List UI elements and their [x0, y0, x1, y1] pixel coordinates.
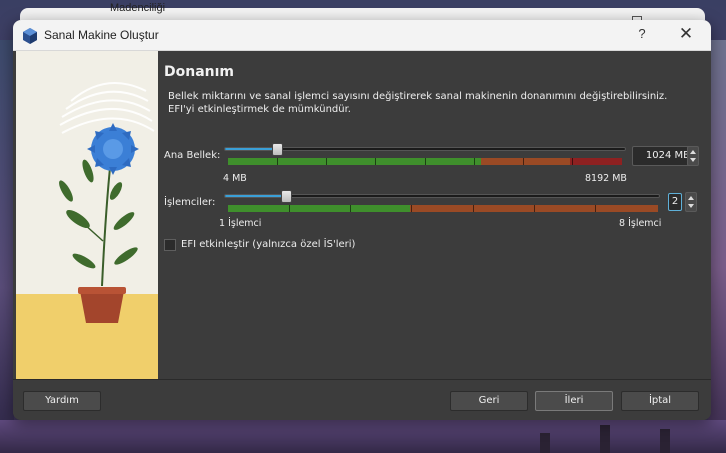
page-description: Bellek miktarını ve sanal işlemci sayısı…	[168, 90, 708, 116]
cpu-slider-fill	[225, 195, 287, 197]
help-button[interactable]: Yardım	[23, 391, 101, 411]
efi-checkbox-label[interactable]: EFI etkinleştir (yalnızca özel İS'leri)	[181, 239, 355, 250]
page-title: Donanım	[164, 64, 235, 80]
back-button[interactable]: Geri	[450, 391, 528, 411]
cpu-spin-buttons[interactable]	[685, 192, 697, 212]
help-icon[interactable]: ?	[635, 26, 649, 41]
memory-spin-buttons[interactable]	[687, 146, 699, 166]
virtualbox-icon	[23, 28, 37, 44]
spin-down-icon[interactable]	[690, 158, 696, 162]
cpu-label: İşlemciler:	[164, 197, 216, 208]
close-icon[interactable]: ✕	[676, 24, 696, 44]
plant-illustration	[16, 51, 158, 379]
memory-scale-ticks	[228, 158, 622, 165]
create-vm-dialog: Sanal Makine Oluştur ? ✕ Donanım Bellek …	[13, 20, 711, 420]
cpu-count-input[interactable]: 2	[668, 193, 682, 211]
spin-down-icon[interactable]	[688, 204, 694, 208]
description-line-2: EFI'yi etkinleştirmek de mümkündür.	[168, 104, 351, 115]
description-line-1: Bellek miktarını ve sanal işlemci sayısı…	[168, 91, 668, 102]
desktop-wallpaper-bottom	[0, 420, 726, 453]
cpu-min-label: 1 İşlemci	[219, 218, 262, 229]
cpu-max-label: 8 İşlemci	[619, 218, 662, 229]
cpu-slider-handle[interactable]	[281, 190, 292, 203]
memory-slider[interactable]	[224, 147, 626, 151]
memory-max-label: 8192 MB	[585, 173, 627, 184]
next-button[interactable]: İleri	[535, 391, 613, 411]
memory-slider-handle[interactable]	[272, 143, 283, 156]
memory-label: Ana Bellek:	[164, 150, 221, 161]
spin-up-icon[interactable]	[688, 196, 694, 200]
background-window-title: Madenciliği	[110, 2, 166, 14]
memory-min-label: 4 MB	[223, 173, 247, 184]
cpu-scale-ticks	[228, 205, 658, 212]
dialog-titlebar: Sanal Makine Oluştur ? ✕	[13, 20, 711, 51]
hardware-page: Donanım Bellek miktarını ve sanal işlemc…	[158, 51, 711, 379]
spin-up-icon[interactable]	[690, 150, 696, 154]
dialog-footer: Yardım Geri İleri İptal	[13, 379, 711, 420]
efi-checkbox[interactable]	[164, 239, 176, 251]
dialog-title: Sanal Makine Oluştur	[44, 28, 159, 42]
cancel-button[interactable]: İptal	[621, 391, 699, 411]
memory-slider-fill	[225, 148, 277, 150]
desktop-wallpaper-left	[0, 40, 14, 453]
wizard-illustration	[16, 51, 158, 379]
